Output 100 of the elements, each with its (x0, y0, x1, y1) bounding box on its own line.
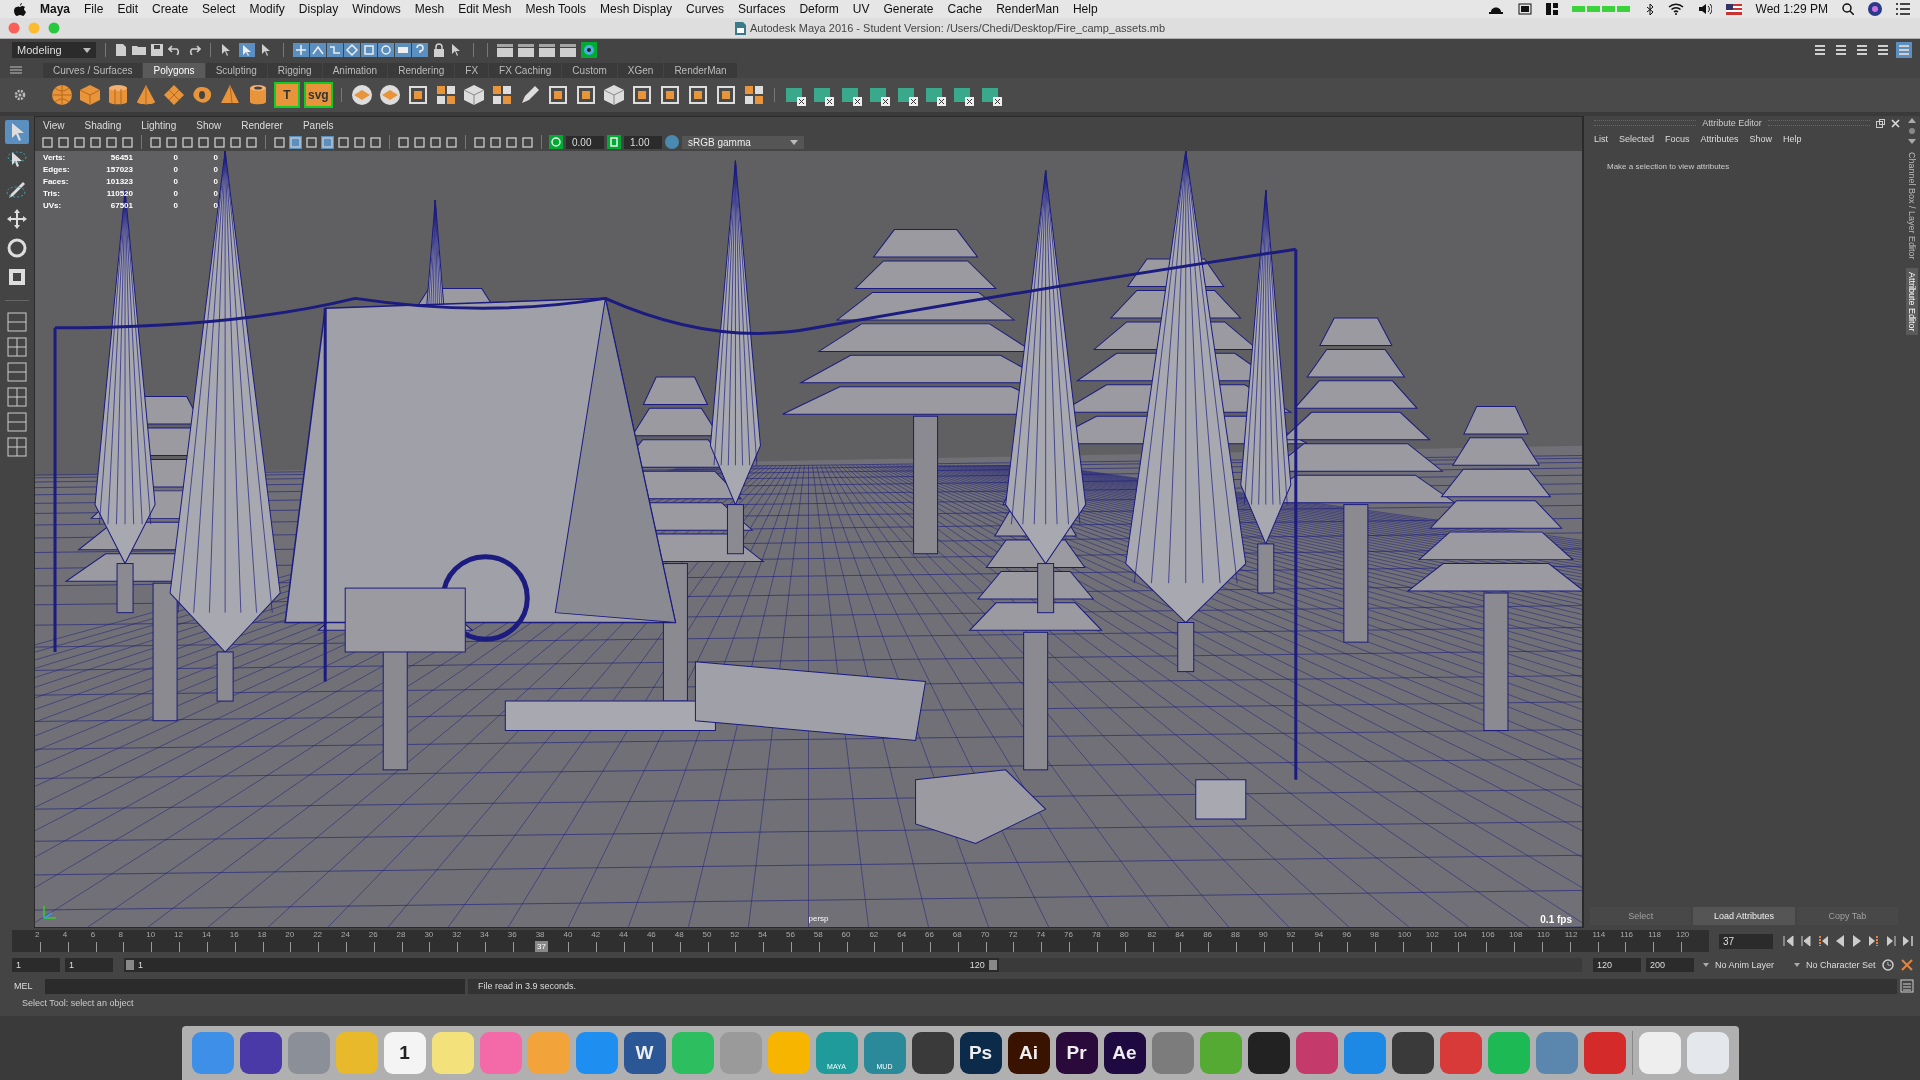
app-icon[interactable] (1247, 1032, 1290, 1074)
menu-item[interactable]: Edit Mesh (458, 2, 512, 16)
previous-key-icon[interactable] (1817, 935, 1829, 947)
range-handle[interactable] (126, 960, 134, 970)
close-icon[interactable] (1891, 118, 1900, 128)
shelf-tab[interactable]: XGen (617, 63, 664, 78)
script-editor-icon[interactable] (1900, 979, 1914, 993)
shelf-tab[interactable]: FX Caching (489, 63, 562, 78)
layout-icon[interactable] (7, 437, 27, 457)
app-icon[interactable]: 1 (383, 1032, 426, 1074)
app-menu[interactable]: Maya (40, 2, 71, 16)
clapperboard-icon[interactable] (497, 43, 513, 57)
clapperboard-icon[interactable] (560, 43, 576, 57)
menu-item[interactable]: Edit (117, 2, 139, 16)
start-time-field[interactable]: 1 (12, 958, 60, 972)
menu-item[interactable]: Help (1783, 134, 1802, 144)
menu-item[interactable]: Generate (883, 2, 934, 16)
float-icon[interactable] (1876, 118, 1885, 128)
panel-menu[interactable]: Renderer (241, 119, 283, 131)
range-slider-track[interactable]: 1 120 (124, 958, 1582, 972)
menu-item[interactable]: RenderMan (996, 2, 1059, 16)
shelf-tab[interactable]: Animation (322, 63, 388, 78)
panel-menu[interactable]: View (43, 119, 65, 131)
layout-icon[interactable] (7, 362, 27, 382)
menu-item[interactable]: Mesh Tools (525, 2, 587, 16)
layout-icon[interactable] (7, 387, 27, 407)
play-backward-icon[interactable] (1834, 935, 1846, 947)
anim-layer-dropdown[interactable]: No Anim Layer (1699, 960, 1785, 970)
bars-icon[interactable] (1812, 42, 1828, 58)
skip-to-start-icon[interactable] (1783, 935, 1795, 947)
shelf-tab[interactable]: Curves / Surfaces (43, 63, 143, 78)
menu-item[interactable]: Attributes (1700, 134, 1739, 144)
cone-icon[interactable] (134, 83, 158, 107)
color-space-dropdown[interactable]: sRGB gamma (682, 135, 804, 149)
gear-icon[interactable] (14, 89, 26, 101)
app-icon[interactable]: Ps (959, 1032, 1002, 1074)
folder-icon[interactable] (132, 44, 146, 56)
shelf-tab[interactable]: Rendering (388, 63, 455, 78)
window-icon[interactable] (1517, 3, 1532, 15)
layout-icon[interactable] (7, 312, 27, 332)
menu-item[interactable]: Curves (686, 2, 725, 16)
menu-item[interactable]: Modify (249, 2, 285, 16)
camera-ring-icon[interactable] (581, 42, 597, 58)
cylinder-icon[interactable] (106, 83, 130, 107)
menu-item[interactable]: Deform (799, 2, 839, 16)
rotate-icon[interactable] (5, 236, 29, 260)
skip-to-end-icon[interactable] (1902, 935, 1914, 947)
panel-menu[interactable]: Shading (84, 119, 122, 131)
menu-item[interactable]: Selected (1619, 134, 1655, 144)
select-object-icon[interactable] (239, 43, 255, 57)
playback-end-field[interactable]: 120 (1593, 958, 1641, 972)
gamma-field[interactable]: 1.00 (624, 135, 662, 149)
clapperboard-icon[interactable] (518, 43, 534, 57)
menu-item[interactable]: Help (1072, 2, 1098, 16)
command-input-field[interactable] (45, 978, 465, 994)
play-icon[interactable] (1851, 935, 1863, 947)
auto-key-icon[interactable] (1881, 958, 1895, 972)
app-icon[interactable]: Ae (1103, 1032, 1146, 1074)
menu-icon[interactable] (10, 65, 22, 74)
siri-icon[interactable] (1868, 2, 1882, 16)
side-tab[interactable]: Channel Box / Layer Editor (1906, 148, 1918, 264)
search-icon[interactable] (1842, 3, 1854, 15)
menu-item[interactable]: Cache (947, 2, 983, 16)
menu-item[interactable]: UV (852, 2, 870, 16)
menu-item[interactable]: Mesh (414, 2, 445, 16)
app-icon[interactable]: Ai (1007, 1032, 1050, 1074)
language-label[interactable]: MEL (12, 979, 42, 993)
panel-menu[interactable]: Panels (302, 119, 334, 131)
menu-item[interactable]: Windows (352, 2, 401, 16)
next-key-icon[interactable] (1868, 935, 1880, 947)
lock-icon[interactable] (433, 43, 445, 57)
load-attributes-button[interactable]: Load Attributes (1693, 907, 1795, 925)
range-handle[interactable] (988, 960, 997, 970)
menu-item[interactable]: File (84, 2, 104, 16)
step-forward-icon[interactable] (1885, 935, 1897, 947)
character-set-dropdown[interactable]: No Character Set (1790, 960, 1876, 970)
menu-item[interactable]: Focus (1665, 134, 1690, 144)
text-tool-button[interactable]: T (274, 82, 300, 108)
list-icon[interactable] (1854, 42, 1870, 58)
app-icon[interactable] (911, 1032, 954, 1074)
wifi-icon[interactable] (1667, 3, 1684, 15)
flag-icon[interactable] (1725, 3, 1742, 15)
menu-item[interactable]: Select (202, 2, 236, 16)
exposure-icon[interactable] (549, 135, 563, 149)
app-icon[interactable]: W (623, 1032, 666, 1074)
speaker-icon[interactable] (1697, 3, 1712, 15)
shelf-tab[interactable]: Custom (562, 63, 617, 78)
app-icon[interactable]: Pr (1055, 1032, 1098, 1074)
layout-icon[interactable] (7, 337, 27, 357)
cube-icon[interactable] (461, 83, 486, 107)
menu-item[interactable]: Show (1749, 134, 1773, 144)
cube-icon[interactable] (601, 83, 626, 107)
current-frame-marker[interactable]: 37 (535, 941, 548, 952)
list-icon[interactable] (1896, 3, 1910, 15)
shelf-tab[interactable]: RenderMan (664, 63, 737, 78)
cube-icon[interactable] (78, 83, 102, 107)
undo-icon[interactable] (168, 45, 182, 55)
question-icon[interactable] (412, 43, 428, 57)
panel-menu[interactable]: Lighting (141, 119, 177, 131)
exposure-field[interactable]: 0.00 (566, 135, 604, 149)
